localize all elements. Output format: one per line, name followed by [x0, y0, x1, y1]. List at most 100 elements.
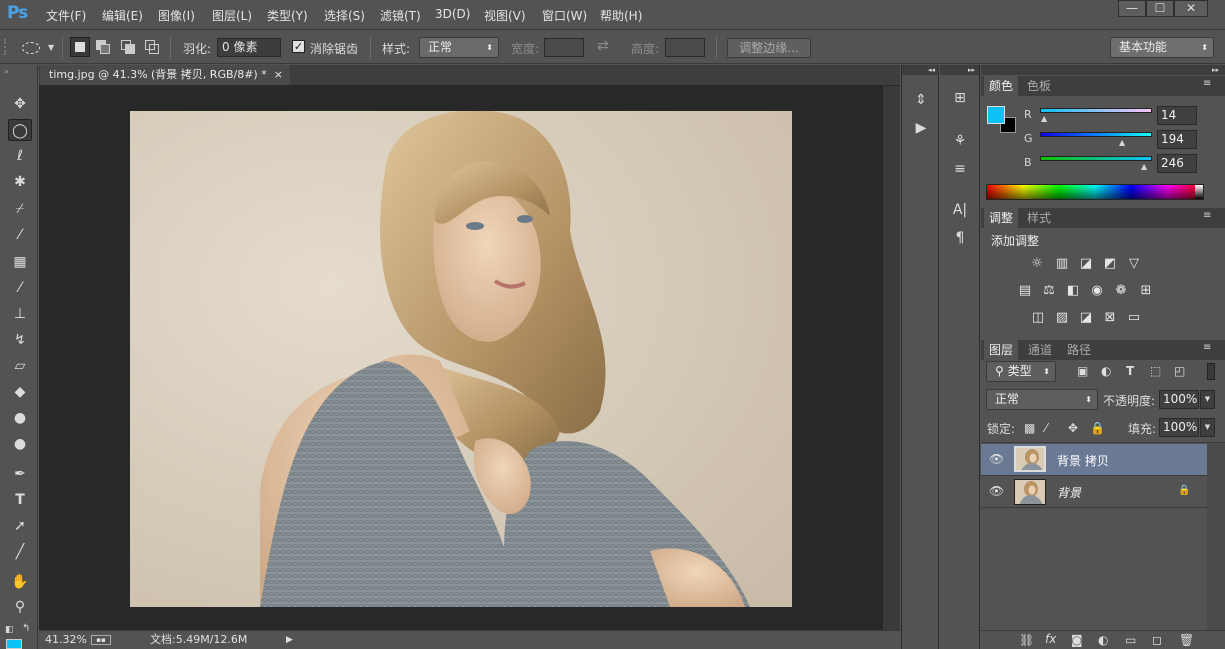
- type-tool-icon[interactable]: T: [8, 489, 32, 511]
- filter-toggle-switch[interactable]: [1207, 363, 1215, 380]
- blend-mode-dropdown[interactable]: 正常 ⬍: [986, 389, 1098, 410]
- elliptical-marquee-icon[interactable]: [22, 42, 40, 54]
- path-selection-tool-icon[interactable]: ➚: [8, 515, 32, 537]
- layer-row[interactable]: 👁 背景 拷贝: [981, 444, 1207, 476]
- height-input[interactable]: [665, 38, 705, 57]
- collapse-panels-icon[interactable]: ▸▸: [981, 65, 1225, 75]
- swap-dimensions-icon[interactable]: ⇄: [597, 38, 609, 54]
- blur-tool-icon[interactable]: ●: [8, 407, 32, 429]
- pen-tool-icon[interactable]: ✒: [8, 463, 32, 485]
- grip-handle[interactable]: [4, 39, 8, 55]
- collapse-dock-icon[interactable]: ▸▸: [940, 65, 979, 75]
- blue-value-input[interactable]: 246: [1157, 154, 1197, 173]
- channel-mixer-icon[interactable]: ❁: [1112, 282, 1130, 300]
- filter-shape-icon[interactable]: ⬚: [1150, 364, 1161, 378]
- menu-file[interactable]: 文件(F): [46, 7, 86, 24]
- menu-view[interactable]: 视图(V): [484, 7, 526, 24]
- minimize-button[interactable]: —: [1118, 0, 1146, 17]
- new-layer-icon[interactable]: ◻: [1152, 633, 1162, 647]
- character-panel-icon[interactable]: A|: [947, 199, 973, 221]
- brightness-icon[interactable]: ☼: [1028, 255, 1046, 273]
- fill-input[interactable]: 100%: [1159, 418, 1199, 437]
- zoom-tool-icon[interactable]: ⚲: [8, 596, 32, 618]
- color-balance-icon[interactable]: ⚖: [1040, 282, 1058, 300]
- tab-adjustments[interactable]: 调整: [984, 208, 1019, 228]
- layers-scrollbar[interactable]: [1207, 444, 1225, 630]
- tab-layers[interactable]: 图层: [984, 340, 1019, 360]
- tab-color[interactable]: 颜色: [984, 76, 1019, 96]
- maximize-button[interactable]: ☐: [1146, 0, 1174, 17]
- curves-icon[interactable]: ◪: [1077, 255, 1095, 273]
- foreground-color-swatch[interactable]: [6, 639, 22, 649]
- tab-channels[interactable]: 通道: [1023, 340, 1057, 360]
- red-value-input[interactable]: 14: [1157, 106, 1197, 125]
- info-panel-icon[interactable]: ⊞: [947, 87, 973, 109]
- filter-adjustment-icon[interactable]: ◐: [1101, 364, 1111, 378]
- new-selection-button[interactable]: [70, 37, 90, 57]
- lock-image-icon[interactable]: ⁄: [1045, 421, 1047, 435]
- photo-filter-icon[interactable]: ◉: [1088, 282, 1106, 300]
- opacity-dropdown-icon[interactable]: ▼: [1200, 390, 1215, 409]
- red-slider-handle-icon[interactable]: ▲: [1041, 114, 1047, 123]
- hand-tool-icon[interactable]: ✋: [8, 571, 32, 593]
- visibility-eye-icon[interactable]: 👁: [989, 452, 1004, 466]
- status-menu-arrow-icon[interactable]: ▶: [286, 631, 293, 649]
- color-lookup-icon[interactable]: ⊞: [1137, 282, 1155, 300]
- layer-name[interactable]: 背景: [1057, 484, 1081, 501]
- status-info-icon[interactable]: ▪▪: [91, 635, 111, 645]
- green-value-input[interactable]: 194: [1157, 130, 1197, 149]
- add-mask-icon[interactable]: ◙: [1071, 633, 1083, 647]
- link-layers-icon[interactable]: ⛓: [1019, 633, 1034, 647]
- red-slider[interactable]: [1040, 108, 1152, 113]
- menu-select[interactable]: 选择(S): [324, 7, 365, 24]
- workspace-dropdown[interactable]: 基本功能 ⬍: [1110, 37, 1214, 58]
- vertical-scrollbar[interactable]: [883, 86, 900, 630]
- color-spectrum-bar[interactable]: [986, 184, 1204, 200]
- vibrance-icon[interactable]: ▽: [1125, 255, 1143, 273]
- lock-position-icon[interactable]: ✥: [1068, 421, 1078, 435]
- lasso-tool-icon[interactable]: ℓ: [8, 145, 32, 167]
- brush-panel-icon[interactable]: ≡: [947, 158, 973, 180]
- black-white-icon[interactable]: ◧: [1064, 282, 1082, 300]
- blue-slider-handle-icon[interactable]: ▲: [1141, 162, 1147, 171]
- dodge-tool-icon[interactable]: ●: [8, 433, 32, 455]
- levels-icon[interactable]: ▥: [1053, 255, 1071, 273]
- layer-row[interactable]: 👁 背景 🔒: [981, 476, 1207, 508]
- menu-edit[interactable]: 编辑(E): [102, 7, 143, 24]
- brush-tool-icon[interactable]: ⁄: [8, 277, 32, 299]
- opacity-input[interactable]: 100%: [1159, 390, 1199, 409]
- antialias-checkbox[interactable]: ✓: [292, 40, 305, 53]
- panel-menu-icon[interactable]: ≡: [1203, 210, 1211, 221]
- tab-paths[interactable]: 路径: [1062, 340, 1096, 360]
- hue-saturation-icon[interactable]: ▤: [1016, 282, 1034, 300]
- menu-window[interactable]: 窗口(W): [542, 7, 587, 24]
- filter-type-icon[interactable]: T: [1126, 364, 1134, 378]
- clone-stamp-tool-icon[interactable]: ⊥: [8, 303, 32, 325]
- green-slider-handle-icon[interactable]: ▲: [1119, 138, 1125, 147]
- eraser-tool-icon[interactable]: ▱: [8, 355, 32, 377]
- panel-menu-icon[interactable]: ≡: [1203, 78, 1211, 89]
- filter-pixel-icon[interactable]: ▣: [1077, 364, 1088, 378]
- new-adjustment-layer-icon[interactable]: ◐: [1098, 633, 1108, 647]
- panel-menu-icon[interactable]: ≡: [1203, 342, 1211, 353]
- posterize-icon[interactable]: ▨: [1053, 309, 1071, 327]
- menu-3d[interactable]: 3D(D): [435, 7, 470, 21]
- close-tab-icon[interactable]: ×: [274, 65, 283, 85]
- threshold-icon[interactable]: ◪: [1077, 309, 1095, 327]
- collapse-panel-icon[interactable]: »: [4, 67, 9, 76]
- eyedropper-tool-icon[interactable]: ⁄: [8, 224, 32, 246]
- tab-swatches[interactable]: 色板: [1022, 76, 1056, 96]
- default-colors-icon[interactable]: ◧: [5, 625, 14, 635]
- visibility-eye-icon[interactable]: 👁: [989, 484, 1004, 498]
- gradient-map-icon[interactable]: ▭: [1125, 309, 1143, 327]
- fill-dropdown-icon[interactable]: ▼: [1200, 418, 1215, 437]
- document-tab[interactable]: timg.jpg @ 41.3% (背景 拷贝, RGB/8#) * ×: [40, 65, 290, 85]
- layer-filter-dropdown[interactable]: ⚲ 类型 ⬍: [986, 361, 1056, 382]
- document-canvas-photo[interactable]: [130, 111, 792, 607]
- delete-layer-icon[interactable]: 🗑: [1179, 633, 1194, 647]
- width-input[interactable]: [544, 38, 584, 57]
- history-brush-tool-icon[interactable]: ↯: [8, 329, 32, 351]
- brush-presets-icon[interactable]: ⚘: [947, 130, 973, 152]
- blue-slider[interactable]: [1040, 156, 1152, 161]
- move-tool-icon[interactable]: ✥: [8, 93, 32, 115]
